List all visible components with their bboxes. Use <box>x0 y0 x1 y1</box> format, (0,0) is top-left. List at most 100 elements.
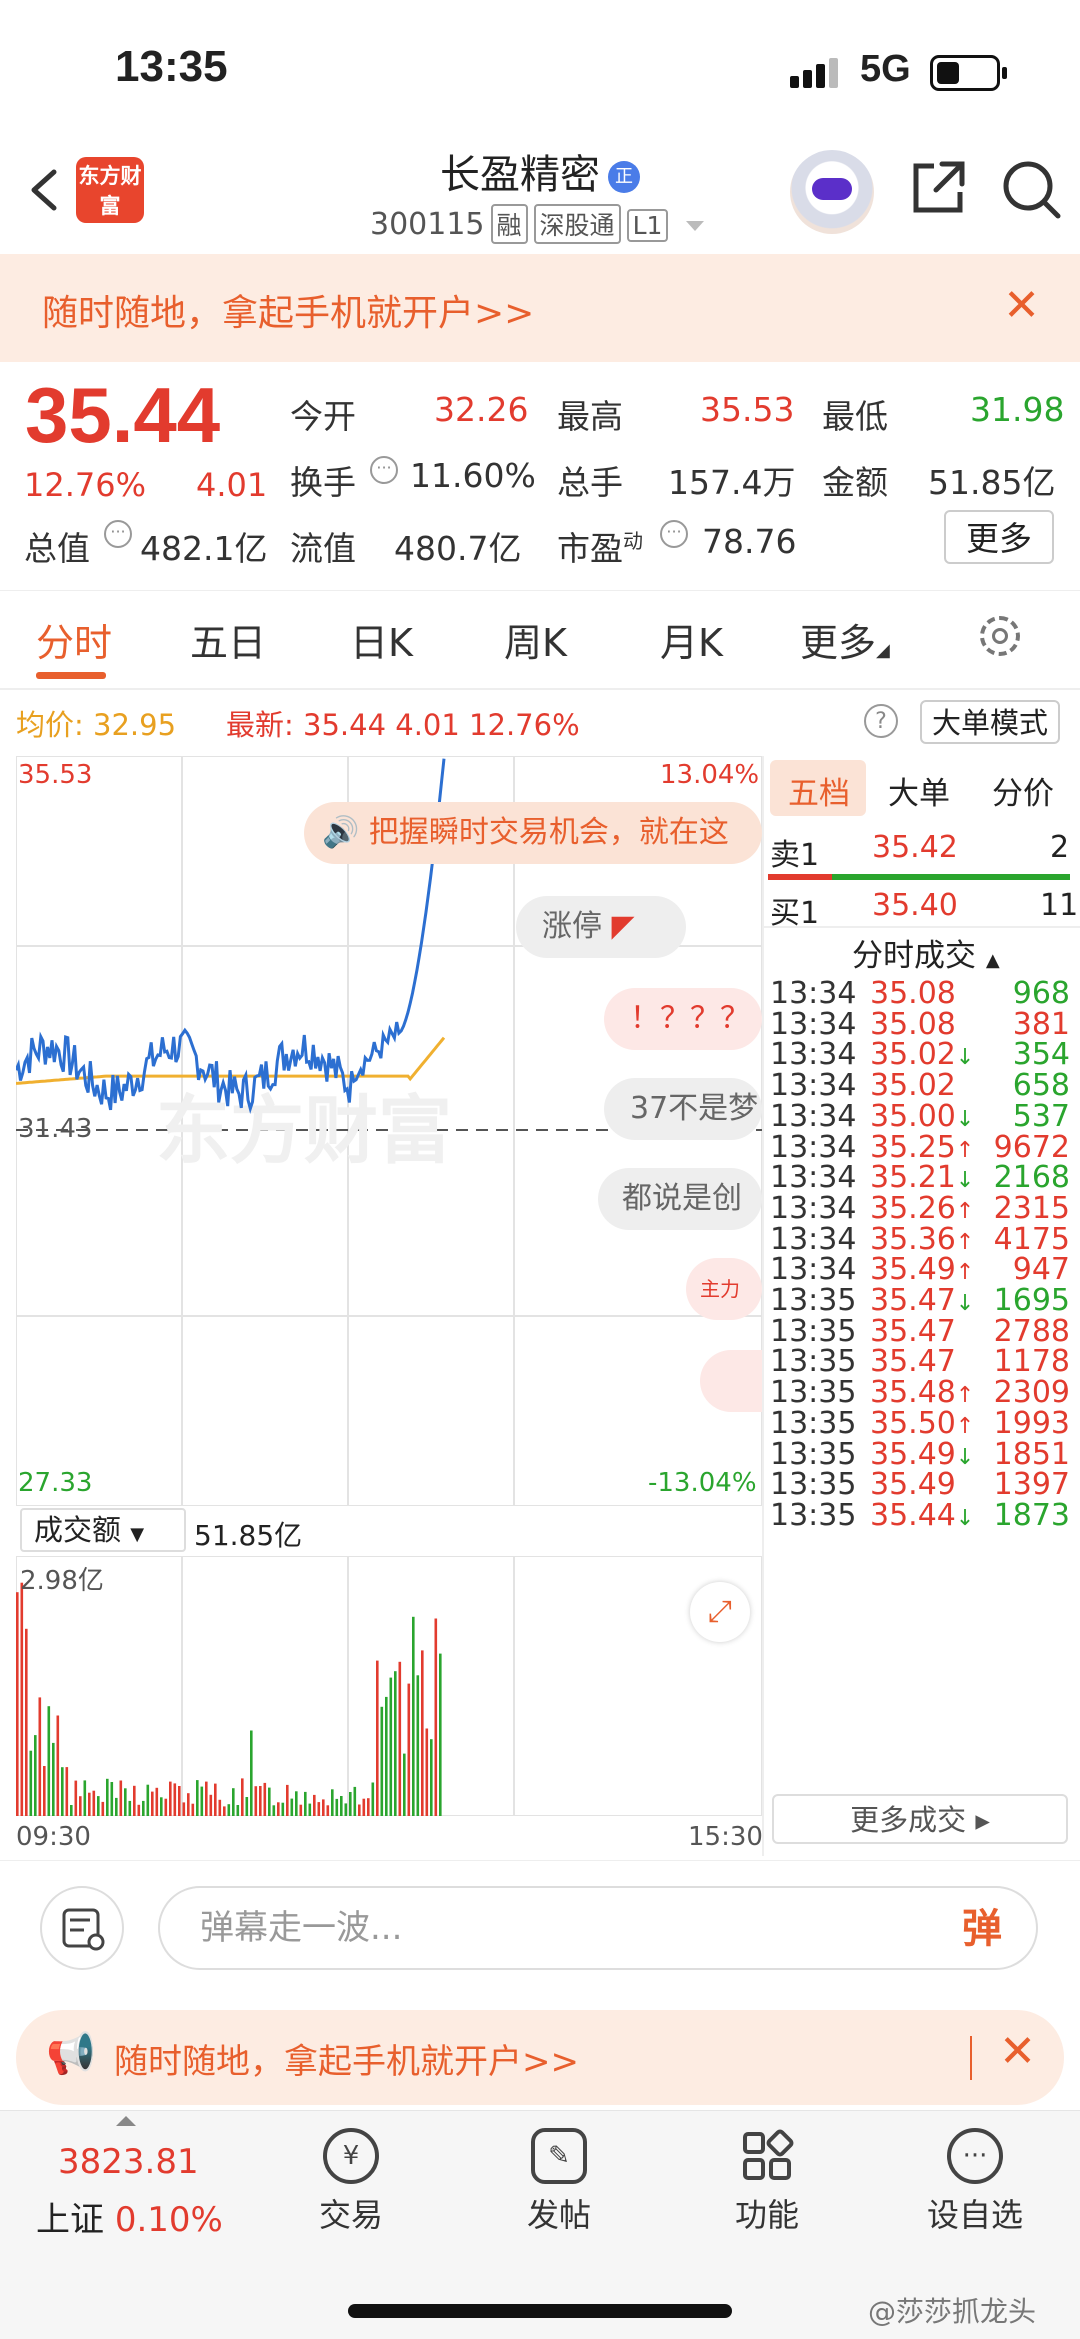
volume-bar <box>430 1739 433 1816</box>
volume-bar <box>272 1805 276 1816</box>
megaphone-icon: 📢 <box>46 2031 96 2077</box>
volume-bar <box>61 1767 64 1816</box>
trade-price: 35.44↓ <box>870 1497 975 1533</box>
trade-row: 13:35 35.44↓ 1873 <box>770 1498 1070 1544</box>
close-icon[interactable]: ✕ <box>999 2026 1036 2077</box>
index-name[interactable]: 上证 0.10% <box>36 2192 223 2241</box>
promo-bubble[interactable]: 🔊 把握瞬时交易机会，就在这 <box>304 802 762 864</box>
volume-bar <box>245 1797 249 1816</box>
verified-badge: 正 <box>608 161 640 193</box>
zhuli-bubble[interactable]: 主力 <box>686 1258 762 1320</box>
tab-more-label: 更多 <box>800 621 877 665</box>
trade-direction-icon: ↑ <box>955 1383 975 1409</box>
volume-bar <box>236 1805 240 1816</box>
danmaku-input[interactable]: 弹幕走一波... <box>158 1886 1038 1970</box>
volume-bar <box>286 1784 289 1816</box>
chart-bottom-pct: -13.04% <box>648 1468 757 1498</box>
info-icon[interactable]: ··· <box>370 456 398 484</box>
promo-text: 把握瞬时交易机会，就在这 <box>368 815 729 850</box>
nav-post[interactable]: ✎ 发帖 <box>484 2128 634 2236</box>
index-value[interactable]: 3823.81 <box>58 2142 199 2182</box>
volume-bar <box>371 1782 375 1816</box>
sell1-label: 卖1 <box>770 838 820 873</box>
tab-five-levels[interactable]: 五档 <box>788 768 850 813</box>
tab-price-dist[interactable]: 分价 <box>992 768 1054 813</box>
volume-bar <box>128 1800 132 1816</box>
volume-bar <box>178 1786 181 1816</box>
danmaku-bubble[interactable]: 涨停 ◤ <box>516 896 686 958</box>
danmaku-bubble[interactable]: 37不是梦 <box>604 1078 762 1140</box>
tab-weekly-k[interactable]: 周K <box>504 612 567 667</box>
share-icon[interactable] <box>908 158 968 222</box>
mcap-label: 总值 <box>24 529 90 568</box>
volume-value: 157.4万 <box>668 463 796 502</box>
nav-functions-label: 功能 <box>734 2196 799 2234</box>
danmaku-bubble[interactable]: ！？？？ <box>604 988 762 1050</box>
nav-functions[interactable]: 功能 <box>692 2128 842 2236</box>
volume-bar <box>20 1582 24 1816</box>
volume-bar <box>106 1778 109 1816</box>
volume-bar <box>155 1787 159 1816</box>
volume-bar <box>425 1728 429 1816</box>
amount-value: 51.85亿 <box>928 463 1056 502</box>
pe-value: 78.76 <box>702 522 797 561</box>
tab-5day[interactable]: 五日 <box>190 612 266 667</box>
help-icon[interactable]: ? <box>864 704 898 738</box>
time-end: 15:30 <box>688 1822 763 1852</box>
chart-top-pct: 13.04% <box>660 760 760 790</box>
open-account-banner[interactable]: 随时随地，拿起手机就开户>> ✕ <box>0 254 1080 362</box>
latest-label: 最新: <box>226 708 294 742</box>
tag-connect: 深股通 <box>533 204 621 244</box>
tab-monthly-k[interactable]: 月K <box>660 612 723 667</box>
volume-bar <box>403 1753 406 1816</box>
caret-icon: ◢ <box>876 640 890 661</box>
volume-bar <box>241 1778 244 1816</box>
volume-bar <box>115 1797 118 1816</box>
tab-daily-k[interactable]: 日K <box>350 612 413 667</box>
nav-watchlist[interactable]: ··· 设自选 <box>900 2128 1050 2236</box>
close-icon[interactable]: ✕ <box>1003 280 1040 331</box>
assistant-avatar[interactable] <box>790 150 874 234</box>
nav-trade[interactable]: ¥ 交易 <box>276 2128 426 2236</box>
volume-bar <box>331 1789 334 1816</box>
trade-direction-icon: ↓ <box>955 1291 975 1316</box>
latest-price: 最新: 35.44 4.01 12.76% <box>226 702 580 744</box>
open-value: 32.26 <box>434 390 529 429</box>
tag-level: L1 <box>626 209 669 242</box>
info-icon[interactable]: ··· <box>660 520 688 548</box>
volume-selector[interactable]: 成交额 ▼ <box>20 1508 186 1552</box>
more-quote-button[interactable]: 更多 <box>944 510 1054 564</box>
expand-icon[interactable]: ⤢ <box>690 1582 750 1642</box>
danmaku-send-button[interactable]: 弹 <box>962 1896 1002 1954</box>
sell1-price: 35.42 <box>872 830 958 865</box>
danmaku-bubble[interactable]: 都说是创 <box>598 1168 762 1230</box>
trade-direction-icon: ↓ <box>955 1168 975 1194</box>
chevron-down-icon[interactable] <box>685 220 704 231</box>
edit-icon: ✎ <box>531 2128 587 2184</box>
trade-direction-icon: ↑ <box>955 1413 975 1439</box>
avg-label: 均价: <box>16 708 84 742</box>
trade-direction-icon: ↓ <box>955 1505 975 1531</box>
tab-intraday[interactable]: 分时 <box>36 612 112 667</box>
speaker-icon: 🔊 <box>322 815 360 850</box>
nav-trade-label: 交易 <box>318 2196 383 2234</box>
comment-settings-icon[interactable] <box>40 1886 124 1970</box>
volume-bar <box>88 1792 91 1816</box>
volume-bar <box>182 1802 186 1816</box>
volume-bar <box>214 1783 217 1816</box>
info-icon[interactable]: ··· <box>104 520 132 548</box>
float-label: 流值 <box>290 529 356 568</box>
trade-direction-icon: ↓ <box>955 1045 975 1071</box>
divider <box>0 688 1080 690</box>
search-icon[interactable] <box>1000 158 1064 226</box>
open-account-banner-bottom[interactable]: 📢 随时随地，拿起手机就开户>> ✕ <box>16 2010 1064 2105</box>
tab-more[interactable]: 更多◢ <box>800 612 890 667</box>
tab-big-orders[interactable]: 大单 <box>888 768 950 813</box>
float-value: 480.7亿 <box>394 529 522 568</box>
sell1-vol: 2 <box>1050 830 1070 865</box>
mascot-icon[interactable] <box>700 1350 762 1412</box>
volume-bar <box>232 1788 235 1816</box>
big-order-mode-button[interactable]: 大单模式 <box>920 700 1060 744</box>
nav-watchlist-label: 设自选 <box>926 2196 1023 2234</box>
more-trades-button[interactable]: 更多成交 ▸ <box>772 1794 1068 1844</box>
